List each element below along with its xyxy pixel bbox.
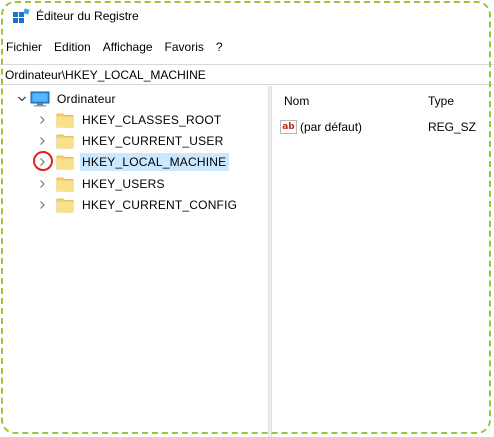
tree-pane: Ordinateur HKEY_CLASSES_ROOT HKEY_CURREN… bbox=[0, 86, 268, 437]
folder-icon bbox=[56, 198, 74, 212]
tree-root-ordinateur[interactable]: Ordinateur bbox=[16, 89, 119, 108]
tree-item-hkey-users[interactable]: HKEY_USERS bbox=[36, 174, 168, 193]
folder-icon bbox=[56, 134, 74, 148]
chevron-right-icon[interactable] bbox=[36, 110, 48, 129]
chevron-right-icon[interactable] bbox=[36, 195, 48, 214]
address-path[interactable]: Ordinateur\HKEY_LOCAL_MACHINE bbox=[5, 68, 206, 82]
address-bar[interactable]: Ordinateur\HKEY_LOCAL_MACHINE bbox=[0, 64, 494, 85]
menu-fichier[interactable]: Fichier bbox=[0, 37, 48, 57]
values-pane: Nom Type ab (par défaut) REG_SZ bbox=[272, 86, 494, 437]
value-type: REG_SZ bbox=[428, 120, 477, 134]
tree-item-label: HKEY_CLASSES_ROOT bbox=[82, 112, 222, 127]
tree-item-hkey-classes-root[interactable]: HKEY_CLASSES_ROOT bbox=[36, 110, 224, 129]
menu-affichage[interactable]: Affichage bbox=[97, 37, 159, 57]
column-header-nom[interactable]: Nom bbox=[284, 94, 309, 108]
menu-edition[interactable]: Edition bbox=[48, 37, 97, 57]
tree-item-hkey-current-user[interactable]: HKEY_CURRENT_USER bbox=[36, 131, 226, 150]
tree-item-hkey-local-machine[interactable]: HKEY_LOCAL_MACHINE bbox=[36, 152, 230, 171]
string-value-icon: ab bbox=[280, 120, 297, 134]
column-header-type[interactable]: Type bbox=[428, 94, 454, 108]
value-row[interactable]: ab (par défaut) REG_SZ bbox=[272, 119, 494, 137]
tree-item-label: HKEY_CURRENT_CONFIG bbox=[82, 197, 238, 212]
tree-item-hkey-current-config[interactable]: HKEY_CURRENT_CONFIG bbox=[36, 195, 240, 214]
registry-editor-window: Éditeur du Registre Fichier Edition Affi… bbox=[0, 0, 494, 437]
window-title: Éditeur du Registre bbox=[36, 9, 139, 23]
tree-root-label: Ordinateur bbox=[57, 91, 116, 106]
tree-item-label: HKEY_CURRENT_USER bbox=[82, 133, 224, 148]
value-name: (par défaut) bbox=[300, 120, 363, 134]
chevron-right-icon[interactable] bbox=[36, 131, 48, 150]
chevron-down-icon[interactable] bbox=[16, 89, 28, 108]
menu-help[interactable]: ? bbox=[210, 37, 229, 57]
tree-item-label: HKEY_USERS bbox=[82, 176, 165, 191]
menu-bar: Fichier Edition Affichage Favoris ? bbox=[0, 37, 494, 57]
folder-icon bbox=[56, 155, 74, 169]
registry-editor-icon bbox=[13, 8, 30, 23]
title-bar: Éditeur du Registre bbox=[0, 0, 494, 34]
chevron-right-icon[interactable] bbox=[36, 174, 48, 193]
menu-favoris[interactable]: Favoris bbox=[159, 37, 210, 57]
tree-item-label: HKEY_LOCAL_MACHINE bbox=[80, 152, 230, 171]
folder-icon bbox=[56, 177, 74, 191]
folder-icon bbox=[56, 113, 74, 127]
computer-icon bbox=[30, 91, 50, 106]
